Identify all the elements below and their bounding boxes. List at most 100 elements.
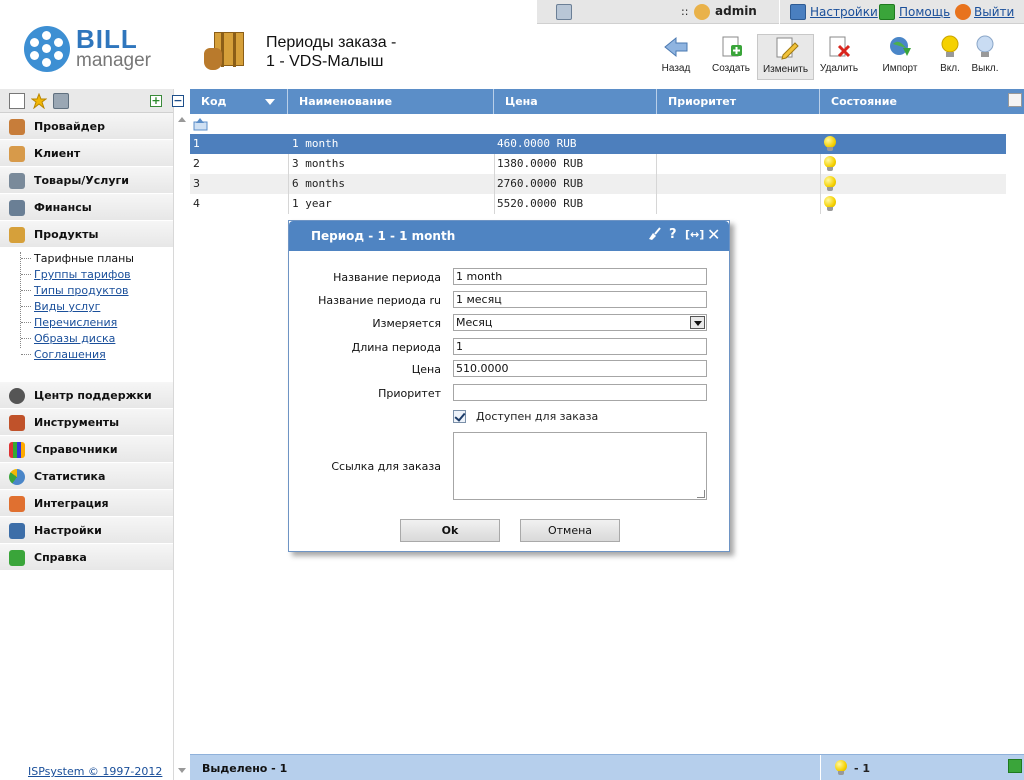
scroll-down-arrow-icon[interactable] — [178, 768, 186, 773]
order-link-label: Ссылка для заказа — [331, 460, 441, 473]
logout-icon[interactable] — [955, 4, 971, 20]
chevron-down-icon[interactable] — [690, 316, 705, 329]
dialog-title: Период - 1 - 1 month — [311, 229, 456, 243]
resize-grip-icon[interactable] — [697, 490, 705, 498]
length-field[interactable] — [453, 338, 707, 355]
settings-monitor-icon — [9, 523, 25, 539]
measure-select[interactable]: Месяц — [453, 314, 707, 331]
copyright-link[interactable]: ISPsystem © 1997-2012 — [28, 765, 162, 778]
menu-client[interactable]: Клиент — [0, 140, 173, 167]
name-field[interactable] — [453, 268, 707, 285]
submenu-product-types[interactable]: Типы продуктов — [0, 283, 173, 299]
help-link[interactable]: Помощь — [899, 5, 950, 19]
scroll-up-arrow-icon[interactable] — [178, 117, 186, 122]
import-icon — [887, 34, 913, 60]
ok-button[interactable]: Ok — [400, 519, 500, 542]
measure-label: Измеряется — [372, 317, 441, 330]
order-link-textarea[interactable] — [453, 432, 707, 500]
create-button[interactable]: Создать — [708, 34, 754, 80]
delete-icon — [826, 34, 852, 60]
favorites-star-icon[interactable] — [30, 92, 48, 110]
list-view-icon[interactable] — [9, 93, 25, 109]
state-on-bulb-icon — [824, 136, 836, 152]
logout-link[interactable]: Выйти — [974, 5, 1014, 19]
submenu-enumerations[interactable]: Перечисления — [0, 315, 173, 331]
submenu-tariff-groups[interactable]: Группы тарифов — [0, 267, 173, 283]
menu-support-center[interactable]: Центр поддержки — [0, 382, 173, 409]
name-ru-field[interactable] — [453, 291, 707, 308]
edit-icon — [773, 35, 799, 61]
menu-tools[interactable]: Инструменты — [0, 409, 173, 436]
enable-button[interactable]: Вкл. — [934, 34, 966, 80]
menu-help[interactable]: Справка — [0, 544, 173, 571]
sort-desc-icon[interactable] — [265, 99, 275, 105]
edit-button[interactable]: Изменить — [757, 34, 814, 80]
length-label: Длина периода — [351, 341, 441, 354]
page-title-line2: 1 - VDS-Малыш — [266, 53, 384, 70]
menu-finance[interactable]: Финансы — [0, 194, 173, 221]
selected-count: Выделено - 1 — [202, 762, 288, 775]
close-icon[interactable]: ✕ — [707, 225, 720, 244]
back-button[interactable]: Назад — [658, 34, 694, 80]
table-row[interactable]: 2 3 months 1380.0000 RUB — [190, 154, 1006, 174]
cart-icon — [9, 173, 25, 189]
priority-field[interactable] — [453, 384, 707, 401]
level-up-icon[interactable] — [193, 117, 209, 131]
state-on-bulb-icon — [824, 156, 836, 172]
tools-icon — [9, 415, 25, 431]
menu-statistics[interactable]: Статистика — [0, 463, 173, 490]
column-code[interactable]: Код — [190, 89, 288, 114]
submenu-tariff-plans[interactable]: Тарифные планы — [0, 251, 173, 267]
delete-button[interactable]: Удалить — [816, 34, 862, 80]
price-label: Цена — [411, 363, 441, 376]
menu-settings[interactable]: Настройки — [0, 517, 173, 544]
cancel-button[interactable]: Отмена — [520, 519, 620, 542]
price-field[interactable] — [453, 360, 707, 377]
priority-label: Приоритет — [378, 387, 441, 400]
column-name[interactable]: Наименование — [288, 89, 494, 114]
dialog-header[interactable]: Период - 1 - 1 month ? [↔] ✕ — [289, 221, 729, 251]
help-book-icon — [9, 550, 25, 566]
maximize-icon[interactable]: [↔] — [685, 228, 704, 241]
clear-brush-icon[interactable] — [647, 227, 661, 245]
submenu-agreements[interactable]: Соглашения — [0, 347, 173, 363]
column-state[interactable]: Состояние — [820, 89, 1006, 114]
name-ru-label: Название периода ru — [318, 294, 441, 307]
available-checkbox[interactable] — [453, 410, 466, 423]
references-icon — [9, 442, 25, 458]
help-icon[interactable] — [879, 4, 895, 20]
status-bulb-count: - 1 — [820, 755, 1024, 780]
sidebar-scrollbar[interactable] — [176, 89, 188, 780]
products-box-icon — [204, 30, 246, 72]
table-settings-icon[interactable] — [1008, 93, 1022, 107]
column-price[interactable]: Цена — [494, 89, 657, 114]
calculator-icon[interactable] — [556, 4, 572, 20]
top-bar: :: admin Настройки Помощь Выйти — [537, 0, 1024, 24]
menu-goods-services[interactable]: Товары/Услуги — [0, 167, 173, 194]
briefcase-icon[interactable] — [53, 93, 69, 109]
state-on-bulb-icon — [824, 176, 836, 192]
table-row[interactable]: 3 6 months 2760.0000 RUB — [190, 174, 1006, 194]
column-priority[interactable]: Приоритет — [657, 89, 820, 114]
table-header: Код Наименование Цена Приоритет Состояни… — [190, 89, 1024, 114]
menu-references[interactable]: Справочники — [0, 436, 173, 463]
settings-icon[interactable] — [790, 4, 806, 20]
import-button[interactable]: Импорт — [878, 34, 922, 80]
pie-chart-icon — [9, 469, 25, 485]
disable-button[interactable]: Выкл. — [968, 34, 1002, 80]
settings-link[interactable]: Настройки — [810, 5, 878, 19]
menu-products[interactable]: Продукты — [0, 221, 173, 248]
create-icon — [718, 34, 744, 60]
dialog-help-icon[interactable]: ? — [669, 227, 677, 242]
billmanager-logo[interactable]: BILL manager — [24, 24, 164, 76]
expand-all-icon[interactable]: + — [150, 95, 162, 107]
export-excel-icon[interactable] — [1008, 759, 1022, 773]
menu-provider[interactable]: Провайдер — [0, 113, 173, 140]
status-bulb-icon — [835, 760, 847, 776]
menu-integration[interactable]: Интеграция — [0, 490, 173, 517]
table-row[interactable]: 1 1 month 460.0000 RUB — [190, 134, 1006, 154]
submenu-service-kinds[interactable]: Виды услуг — [0, 299, 173, 315]
submenu-disk-images[interactable]: Образы диска — [0, 331, 173, 347]
table-row[interactable]: 4 1 year 5520.0000 RUB — [190, 194, 1006, 214]
period-edit-dialog: Период - 1 - 1 month ? [↔] ✕ Название пе… — [288, 220, 730, 552]
